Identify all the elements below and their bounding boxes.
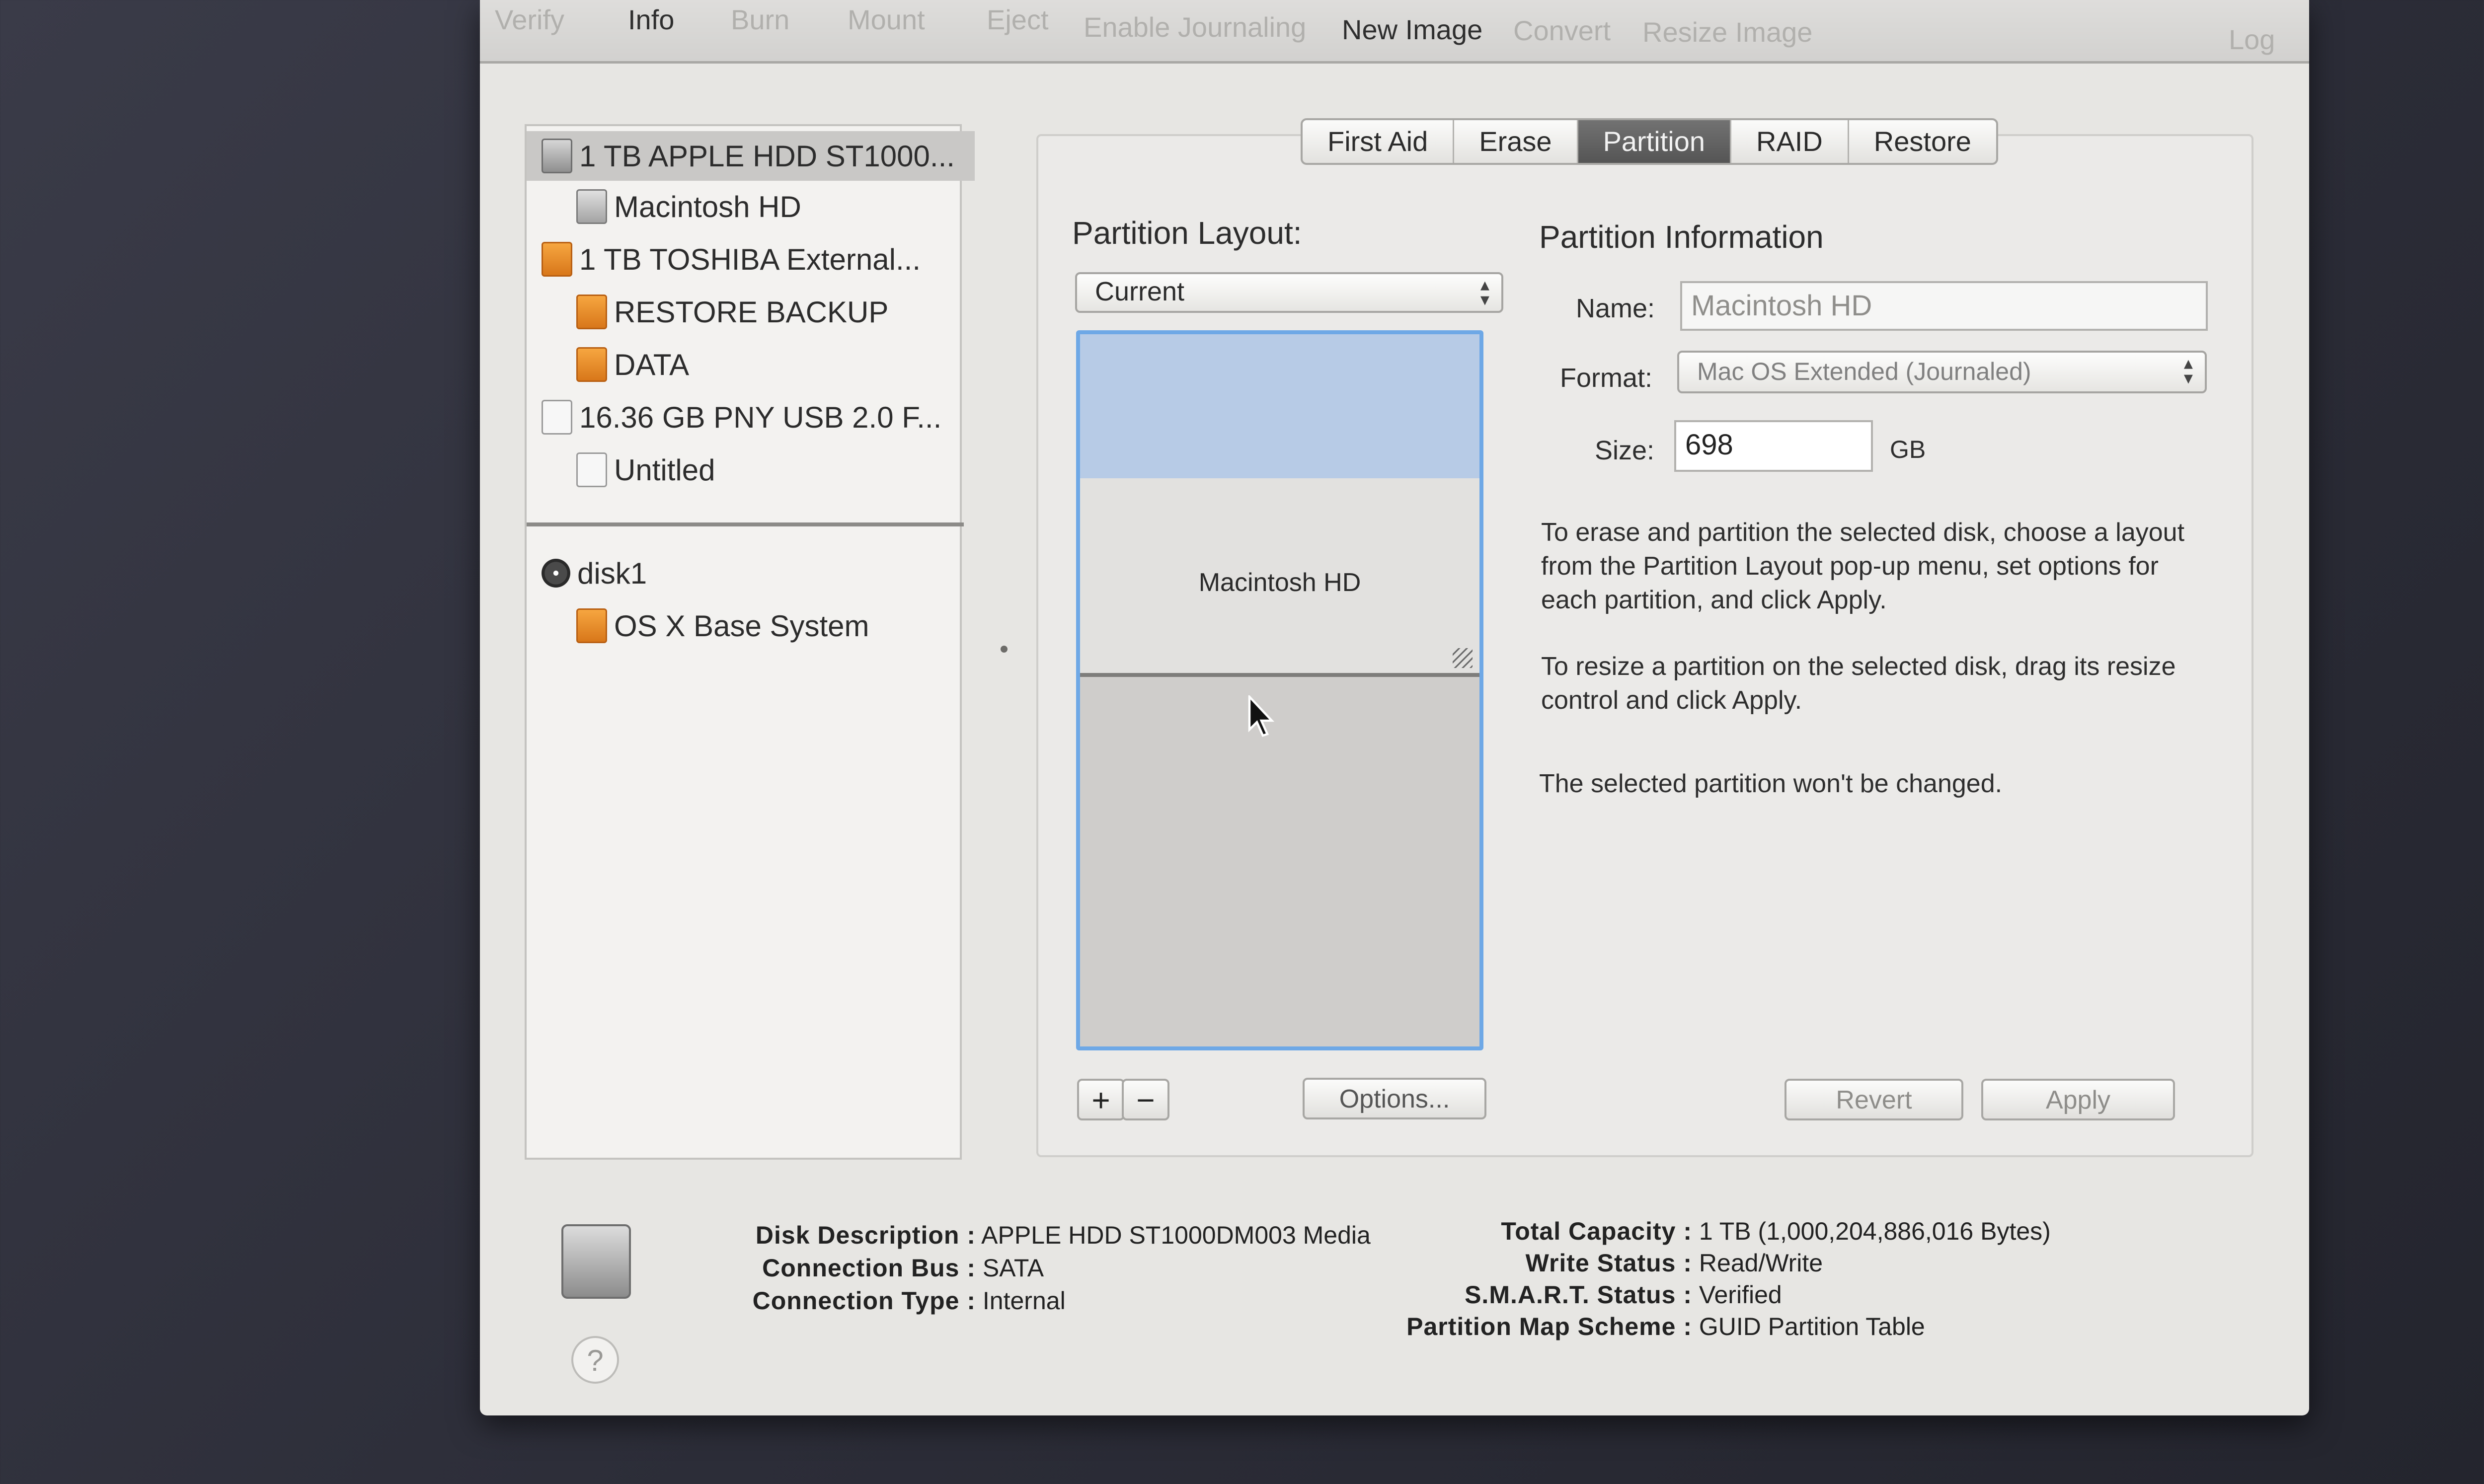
detail-key: S.M.A.R.T. Status : (1465, 1281, 1692, 1309)
detail-disk-description: Disk Description : APPLE HDD ST1000DM003… (688, 1221, 1371, 1250)
detail-value: Internal (982, 1287, 1066, 1315)
tab-raid[interactable]: RAID (1731, 120, 1849, 163)
partition-layout-popup[interactable]: Current ▴ ▾ (1075, 272, 1503, 313)
partition-name-label: Macintosh HD (1198, 568, 1361, 597)
resize-instructions: To resize a partition on the selected di… (1541, 652, 2176, 715)
toolbar: Verify Info Burn Mount Eject Enable Jour… (480, 0, 2309, 64)
sidebar-item-label: DATA (614, 348, 690, 381)
detail-value: 1 TB (1,000,204,886,016 Bytes) (1699, 1217, 2051, 1245)
detail-value: GUID Partition Table (1699, 1313, 1925, 1340)
partition-layout-value: Current (1095, 277, 1185, 306)
toolbar-verify-button[interactable]: Verify (495, 0, 564, 55)
sidebar-item-restore-backup[interactable]: RESTORE BACKUP (527, 287, 1009, 337)
detail-value: Read/Write (1699, 1249, 1823, 1277)
partition-status-text: The selected partition won't be changed. (1539, 769, 2003, 798)
toolbar-info-button[interactable]: Info (628, 0, 674, 55)
detail-key: Connection Bus : (762, 1254, 976, 1282)
format-popup[interactable]: Mac OS Extended (Journaled) ▴ ▾ (1677, 351, 2207, 393)
size-unit: GB (1890, 436, 1926, 463)
external-volume-icon (576, 347, 607, 382)
popup-arrows-icon: ▴ ▾ (2183, 353, 2193, 388)
apply-button[interactable]: Apply (1981, 1079, 2175, 1120)
partition-information-heading: Partition Information (1539, 219, 1824, 255)
sidebar-item-apple-hdd[interactable]: 1 TB APPLE HDD ST1000... (527, 131, 975, 181)
partition-free-space-top[interactable] (1080, 334, 1479, 478)
tab-erase[interactable]: Erase (1454, 120, 1578, 163)
device-sidebar: 1 TB APPLE HDD ST1000... Macintosh HD 1 … (525, 124, 975, 1160)
sidebar-divider (527, 522, 964, 526)
toolbar-mount-button[interactable]: Mount (848, 0, 925, 55)
partition-layout-label: Partition Layout: (1072, 215, 1302, 251)
sidebar-item-label: disk1 (577, 556, 647, 590)
detail-key: Total Capacity : (1501, 1217, 1692, 1245)
disk-image-icon (542, 559, 570, 588)
toolbar-convert-button[interactable]: Convert (1513, 11, 1611, 66)
sidebar-item-disk1[interactable]: disk1 (527, 548, 975, 598)
tab-partition[interactable]: Partition (1578, 120, 1731, 163)
help-button[interactable]: ? (571, 1336, 619, 1384)
usb-drive-icon (542, 400, 572, 435)
partition-layout-map[interactable]: Macintosh HD (1076, 330, 1483, 1050)
tab-first-aid[interactable]: First Aid (1303, 120, 1455, 163)
partition-resize-handle-icon[interactable] (1453, 648, 1473, 668)
detail-value: Verified (1699, 1281, 1782, 1309)
external-drive-icon (542, 242, 572, 277)
detail-write-status: Write Status : Read/Write (1384, 1249, 1823, 1277)
sidebar-item-label: Macintosh HD (614, 190, 801, 223)
popup-arrows-icon: ▴ ▾ (1480, 274, 1489, 309)
external-volume-icon (576, 608, 607, 643)
erase-partition-instructions: To erase and partition the selected disk… (1541, 518, 2185, 614)
revert-button[interactable]: Revert (1785, 1079, 1963, 1120)
sidebar-item-label: OS X Base System (614, 609, 869, 643)
sidebar-item-label: RESTORE BACKUP (614, 295, 889, 329)
sidebar-item-label: 16.36 GB PNY USB 2.0 F... (579, 400, 942, 434)
add-partition-button[interactable]: + (1077, 1079, 1125, 1120)
external-volume-icon (576, 295, 607, 329)
sidebar-item-pny-usb[interactable]: 16.36 GB PNY USB 2.0 F... (527, 392, 975, 442)
detail-value: SATA (982, 1254, 1044, 1282)
sidebar-item-os-x-base-system[interactable]: OS X Base System (527, 601, 1009, 651)
detail-key: Partition Map Scheme : (1406, 1313, 1692, 1340)
sidebar-item-toshiba-external[interactable]: 1 TB TOSHIBA External... (527, 234, 975, 284)
split-view-handle[interactable] (1001, 646, 1008, 653)
sidebar-item-data[interactable]: DATA (527, 340, 1009, 389)
detail-total-capacity: Total Capacity : 1 TB (1,000,204,886,016… (1384, 1217, 2051, 1246)
detail-key: Disk Description : (755, 1221, 976, 1249)
sidebar-item-macintosh-hd[interactable]: Macintosh HD (527, 182, 1009, 231)
detail-value: APPLE HDD ST1000DM003 Media (981, 1221, 1371, 1249)
toolbar-enable-journaling-button[interactable]: Enable Journaling (1084, 7, 1306, 62)
options-button[interactable]: Options... (1303, 1078, 1486, 1119)
format-label: Format: (1560, 363, 1653, 393)
internal-hdd-icon (542, 139, 572, 173)
sidebar-item-untitled[interactable]: Untitled (527, 445, 1009, 495)
disk-utility-window: Verify Info Burn Mount Eject Enable Jour… (480, 0, 2309, 1415)
remove-partition-button[interactable]: − (1122, 1079, 1169, 1120)
toolbar-new-image-button[interactable]: New Image (1342, 10, 1482, 65)
detail-smart-status: S.M.A.R.T. Status : Verified (1384, 1280, 1782, 1309)
partition-size-field[interactable]: 698 (1674, 420, 1873, 472)
partition-name-field[interactable]: Macintosh HD (1680, 281, 2208, 331)
format-value: Mac OS Extended (Journaled) (1697, 358, 2031, 385)
detail-connection-type: Connection Type : Internal (688, 1286, 1066, 1315)
selected-disk-icon (561, 1224, 631, 1299)
detail-key: Write Status : (1525, 1249, 1692, 1277)
sidebar-item-label: 1 TB APPLE HDD ST1000... (579, 139, 955, 173)
mouse-cursor-icon (1248, 695, 1275, 737)
detail-connection-bus: Connection Bus : SATA (688, 1254, 1044, 1282)
toolbar-eject-button[interactable]: Eject (987, 0, 1049, 55)
name-label: Name: (1576, 294, 1655, 323)
size-label: Size: (1595, 436, 1655, 465)
toolbar-resize-image-button[interactable]: Resize Image (1642, 12, 1812, 67)
sidebar-item-label: Untitled (614, 453, 715, 487)
toolbar-log-button[interactable]: Log (2229, 20, 2275, 74)
sidebar-item-label: 1 TB TOSHIBA External... (579, 242, 921, 276)
tab-bar: First Aid Erase Partition RAID Restore (1301, 118, 1998, 165)
partition-macintosh-hd[interactable]: Macintosh HD (1080, 478, 1479, 677)
volume-icon (576, 189, 607, 224)
detail-key: Connection Type : (752, 1287, 976, 1315)
detail-partition-map-scheme: Partition Map Scheme : GUID Partition Ta… (1384, 1312, 1925, 1341)
toolbar-burn-button[interactable]: Burn (731, 0, 789, 55)
usb-volume-icon (576, 452, 607, 487)
tab-restore[interactable]: Restore (1849, 120, 1996, 163)
